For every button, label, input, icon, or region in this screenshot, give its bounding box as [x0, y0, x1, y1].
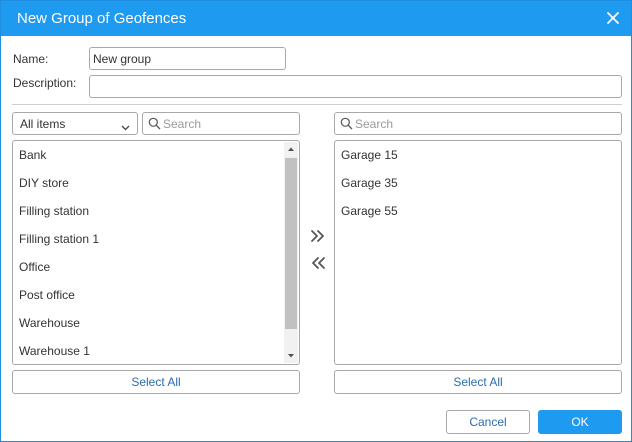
list-item[interactable]: Warehouse [19, 313, 80, 333]
left-search-placeholder: Search [163, 117, 202, 131]
scroll-up-icon[interactable] [284, 142, 298, 156]
close-icon[interactable] [605, 10, 621, 26]
right-search-input[interactable]: Search [334, 112, 622, 135]
dialog-titlebar: New Group of Geofences [1, 1, 631, 36]
double-chevron-left-icon[interactable] [309, 254, 327, 272]
selected-geofences-list[interactable]: Garage 15 Garage 35 Garage 55 [334, 140, 622, 365]
search-icon [340, 117, 353, 133]
filter-dropdown[interactable]: All items [12, 112, 138, 135]
ok-button[interactable]: OK [538, 410, 622, 434]
scrollbar-thumb[interactable] [285, 158, 297, 329]
list-item[interactable]: Office [19, 257, 50, 277]
description-input[interactable] [89, 75, 622, 98]
search-icon [148, 117, 161, 133]
name-label: Name: [13, 52, 49, 66]
geofence-group-dialog: New Group of Geofences Name: Description… [0, 0, 632, 442]
double-chevron-right-icon[interactable] [309, 227, 327, 245]
list-item[interactable]: Warehouse 1 [19, 341, 90, 361]
list-item[interactable]: Garage 15 [341, 145, 398, 165]
right-select-all-button[interactable]: Select All [334, 370, 622, 394]
filter-dropdown-value: All items [20, 117, 66, 131]
description-label: Description: [13, 76, 77, 90]
scrollbar[interactable] [284, 142, 298, 363]
left-search-input[interactable]: Search [142, 112, 300, 135]
name-input[interactable] [89, 47, 286, 70]
available-geofences-list[interactable]: Bank DIY store Filling station Filling s… [12, 140, 300, 365]
cancel-button[interactable]: Cancel [446, 410, 530, 434]
list-item[interactable]: Filling station 1 [19, 229, 99, 249]
list-item[interactable]: Bank [19, 145, 46, 165]
list-item[interactable]: Garage 55 [341, 201, 398, 221]
chevron-down-icon [121, 120, 130, 134]
list-item[interactable]: Filling station [19, 201, 89, 221]
list-item[interactable]: DIY store [19, 173, 69, 193]
left-select-all-button[interactable]: Select All [12, 370, 300, 394]
right-search-placeholder: Search [355, 117, 394, 131]
list-item[interactable]: Garage 35 [341, 173, 398, 193]
list-item[interactable]: Post office [19, 285, 75, 305]
scroll-down-icon[interactable] [284, 349, 298, 363]
divider [12, 104, 622, 105]
dialog-title: New Group of Geofences [17, 10, 187, 27]
